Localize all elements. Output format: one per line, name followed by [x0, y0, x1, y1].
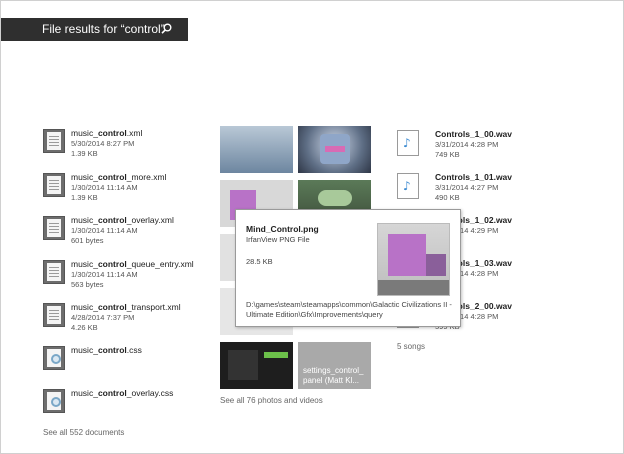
document-list-item[interactable]: music_control_queue_entry.xml 1/30/2014 1…	[43, 259, 213, 295]
song-list-item[interactable]: ♪ Controls_1_01.wav 3/31/2014 4:27 PM 490 K…	[397, 169, 512, 205]
file-info-tooltip: Mind_Control.png IrfanView PNG File 28.5…	[235, 209, 461, 327]
document-list-item[interactable]: music_control_more.xml 1/30/2014 11:14 AM…	[43, 172, 213, 208]
song-date: 3/31/2014 4:27 PM	[435, 183, 499, 192]
document-date: 1/30/2014 11:14 AM	[71, 183, 138, 192]
document-date: 1/30/2014 11:14 AM	[71, 226, 138, 235]
song-name: Controls_1_00.wav	[435, 129, 513, 139]
tooltip-file-type: IrfanView PNG File	[246, 235, 310, 244]
xml-file-icon	[43, 303, 65, 327]
document-size: 1.39 KB	[71, 193, 98, 202]
document-name: music_control_overlay.css	[71, 388, 174, 398]
music-note-icon: ♪	[397, 173, 419, 199]
xml-file-icon	[43, 216, 65, 240]
page-title: File results for “control”	[42, 22, 165, 36]
song-size: 490 KB	[435, 193, 460, 202]
document-size: 4.26 KB	[71, 323, 98, 332]
search-results-header[interactable]: File results for “control”	[1, 18, 188, 41]
document-date: 1/30/2014 11:14 AM	[71, 270, 138, 279]
document-size: 601 bytes	[71, 236, 104, 245]
document-name: music_control_queue_entry.xml	[71, 259, 194, 269]
photo-thumbnail[interactable]	[220, 342, 293, 389]
document-name: music_control_overlay.xml	[71, 215, 174, 225]
xml-file-icon	[43, 129, 65, 153]
photo-thumbnail[interactable]	[220, 126, 293, 173]
document-list-item[interactable]: music_control.css	[43, 345, 213, 381]
xml-file-icon	[43, 173, 65, 197]
document-name: music_control.xml	[71, 128, 143, 138]
document-date: 4/28/2014 7:37 PM	[71, 313, 135, 322]
tooltip-image-preview	[377, 223, 450, 296]
tooltip-file-path: D:\games\steam\steamapps\common\Galactic…	[246, 300, 452, 319]
document-name: music_control_more.xml	[71, 172, 167, 182]
tooltip-file-name: Mind_Control.png	[246, 224, 319, 234]
song-list-item[interactable]: ♪ Controls_1_00.wav 3/31/2014 4:28 PM 749 K…	[397, 126, 512, 162]
music-note-icon: ♪	[397, 130, 419, 156]
tooltip-file-size: 28.5 KB	[246, 257, 273, 266]
photo-thumbnail-settings-control-panel[interactable]: settings_control_ panel (Matt Kl...	[298, 342, 371, 389]
song-name: Controls_1_01.wav	[435, 172, 513, 182]
document-date: 5/30/2014 8:27 PM	[71, 139, 135, 148]
song-date: 3/31/2014 4:28 PM	[435, 140, 499, 149]
photo-caption: settings_control_ panel (Matt Kl...	[303, 366, 364, 385]
document-list-item[interactable]: music_control_overlay.xml 1/30/2014 11:14…	[43, 215, 213, 251]
css-file-icon	[43, 346, 65, 370]
document-list-item[interactable]: music_control.xml 5/30/2014 8:27 PM 1.39 K…	[43, 128, 213, 164]
document-size: 1.39 KB	[71, 149, 98, 158]
search-icon[interactable]	[161, 23, 172, 34]
see-all-documents-link[interactable]: See all 552 documents	[43, 428, 124, 437]
document-name: music_control.css	[71, 345, 142, 355]
document-list-item[interactable]: music_control_overlay.css	[43, 388, 213, 424]
document-name: music_control_transport.xml	[71, 302, 181, 312]
see-all-songs-link[interactable]: 5 songs	[397, 342, 425, 351]
song-size: 749 KB	[435, 150, 460, 159]
xml-file-icon	[43, 260, 65, 284]
see-all-photos-link[interactable]: See all 76 photos and videos	[220, 396, 323, 405]
document-size: 563 bytes	[71, 280, 104, 289]
css-file-icon	[43, 389, 65, 413]
document-list-item[interactable]: music_control_transport.xml 4/28/2014 7:3…	[43, 302, 213, 338]
photo-thumbnail[interactable]	[298, 126, 371, 173]
